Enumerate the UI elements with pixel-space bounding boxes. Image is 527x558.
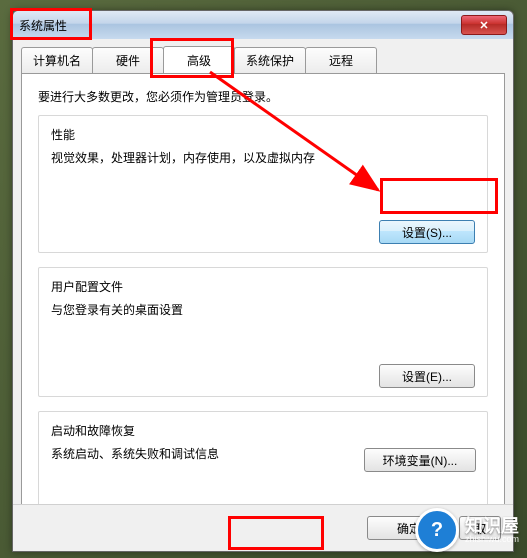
- performance-settings-button[interactable]: 设置(S)...: [379, 220, 475, 244]
- close-icon: ✕: [479, 19, 488, 32]
- group-user-profile-title: 用户配置文件: [51, 278, 475, 295]
- tab-body-advanced: 要进行大多数更改，您必须作为管理员登录。 性能 视觉效果，处理器计划，内存使用，…: [21, 73, 505, 531]
- tab-system-protection[interactable]: 系统保护: [234, 47, 306, 73]
- watermark-logo: ? 知识屋 zhishiwu.com: [415, 508, 519, 552]
- tab-remote[interactable]: 远程: [305, 47, 377, 73]
- system-properties-window: 系统属性 ✕ 计算机名 硬件 高级 系统保护 远程 要进行大多数更改，您必须作为…: [12, 10, 514, 552]
- user-profile-settings-button[interactable]: 设置(E)...: [379, 364, 475, 388]
- titlebar: 系统属性 ✕: [13, 11, 513, 39]
- environment-variables-button[interactable]: 环境变量(N)...: [364, 448, 476, 472]
- watermark-badge-icon: ?: [415, 508, 459, 552]
- group-user-profile: 用户配置文件 与您登录有关的桌面设置 设置(E)...: [38, 267, 488, 397]
- watermark-text-cn: 知识屋: [465, 517, 519, 535]
- group-startup-recovery-title: 启动和故障恢复: [51, 422, 475, 439]
- group-performance-title: 性能: [51, 126, 475, 143]
- watermark-text-en: zhishiwu.com: [465, 535, 519, 544]
- tab-strip: 计算机名 硬件 高级 系统保护 远程: [13, 39, 513, 73]
- admin-intro-text: 要进行大多数更改，您必须作为管理员登录。: [38, 88, 488, 105]
- tab-computer-name[interactable]: 计算机名: [21, 47, 93, 73]
- tab-hardware[interactable]: 硬件: [92, 47, 164, 73]
- window-title: 系统属性: [19, 17, 67, 34]
- close-button[interactable]: ✕: [461, 15, 507, 35]
- group-performance-desc: 视觉效果，处理器计划，内存使用，以及虚拟内存: [51, 149, 475, 166]
- tab-advanced[interactable]: 高级: [163, 46, 235, 74]
- group-user-profile-desc: 与您登录有关的桌面设置: [51, 301, 475, 318]
- group-performance: 性能 视觉效果，处理器计划，内存使用，以及虚拟内存 设置(S)...: [38, 115, 488, 253]
